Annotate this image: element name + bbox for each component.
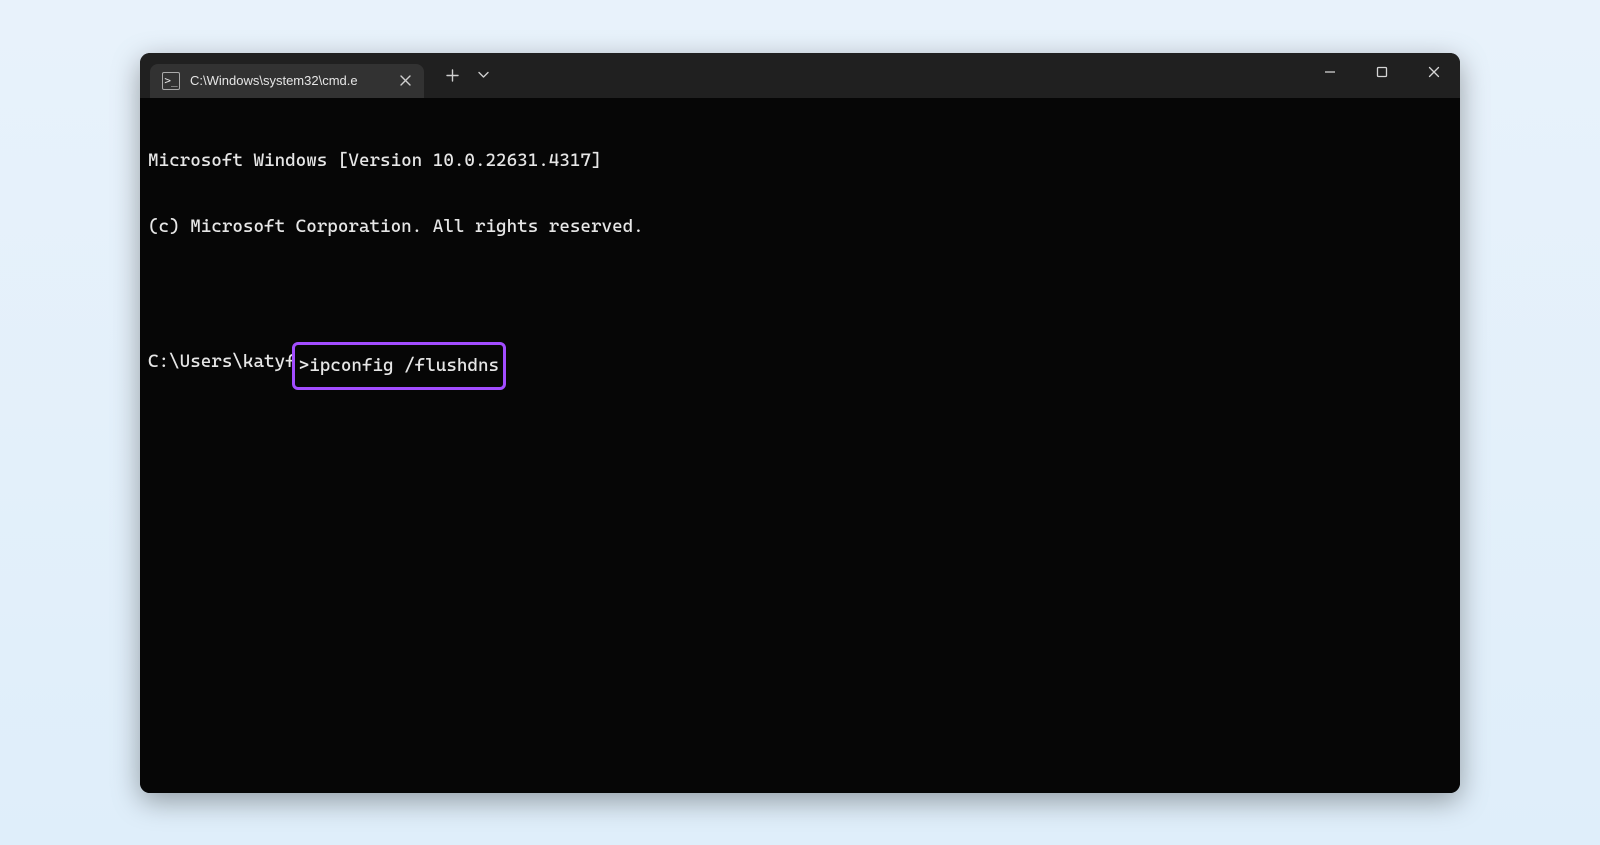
minimize-icon (1324, 66, 1336, 78)
minimize-button[interactable] (1304, 53, 1356, 91)
terminal-output[interactable]: Microsoft Windows [Version 10.0.22631.43… (140, 98, 1460, 793)
output-line: (c) Microsoft Corporation. All rights re… (148, 216, 1452, 238)
terminal-window: >_ C:\Windows\system32\cmd.e (140, 53, 1460, 793)
close-icon (1428, 66, 1440, 78)
prompt-path: C:\Users\katyf (148, 351, 296, 373)
close-window-button[interactable] (1408, 53, 1460, 91)
tab-actions (436, 53, 496, 98)
prompt-line: C:\Users\katyf>ipconfig /flushdns (148, 348, 1452, 386)
tab-dropdown-button[interactable] (470, 60, 496, 90)
tab-title: C:\Windows\system32\cmd.e (190, 73, 386, 88)
command-text: ipconfig /flushdns (309, 346, 499, 386)
maximize-icon (1376, 66, 1388, 78)
plus-icon (446, 69, 459, 82)
close-tab-icon[interactable] (396, 72, 414, 90)
cmd-icon: >_ (162, 72, 180, 90)
prompt-symbol: > (299, 346, 310, 386)
blank-line (148, 282, 1452, 304)
tab-active[interactable]: >_ C:\Windows\system32\cmd.e (150, 64, 424, 98)
command-highlight: >ipconfig /flushdns (292, 342, 506, 390)
maximize-button[interactable] (1356, 53, 1408, 91)
titlebar[interactable]: >_ C:\Windows\system32\cmd.e (140, 53, 1460, 98)
output-line: Microsoft Windows [Version 10.0.22631.43… (148, 150, 1452, 172)
window-controls (1304, 53, 1460, 98)
chevron-down-icon (478, 71, 489, 79)
new-tab-button[interactable] (436, 60, 468, 90)
